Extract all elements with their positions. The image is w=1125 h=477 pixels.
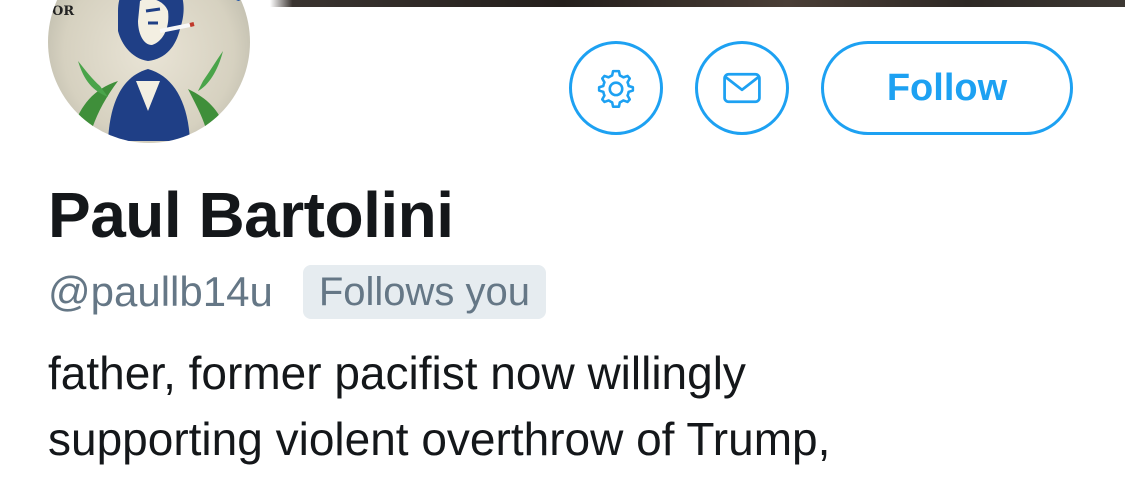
follows-you-badge: Follows you <box>302 265 547 319</box>
follow-button[interactable]: Follow <box>821 41 1073 135</box>
message-button[interactable] <box>695 41 789 135</box>
display-name: Paul Bartolini <box>48 179 454 251</box>
envelope-icon <box>723 72 761 104</box>
avatar-image: P O T OR I I <box>48 0 250 143</box>
svg-text:I: I <box>236 0 241 4</box>
bio-line: supporting violent overthrow of Trump, <box>48 413 831 465</box>
bio-line: father, former pacifist now willingly <box>48 347 746 399</box>
avatar[interactable]: P O T OR I I <box>43 0 255 148</box>
user-handle: @paullb14u <box>48 268 273 315</box>
bio: father, former pacifist now willingly su… <box>48 340 1108 472</box>
gear-icon <box>597 69 635 108</box>
settings-button[interactable] <box>569 41 663 135</box>
svg-text:OR: OR <box>52 4 74 19</box>
handle-row: @paullb14u Follows you <box>48 265 547 319</box>
profile-page: P O T OR I I Follow Paul Bartolini @paul… <box>0 0 1125 477</box>
